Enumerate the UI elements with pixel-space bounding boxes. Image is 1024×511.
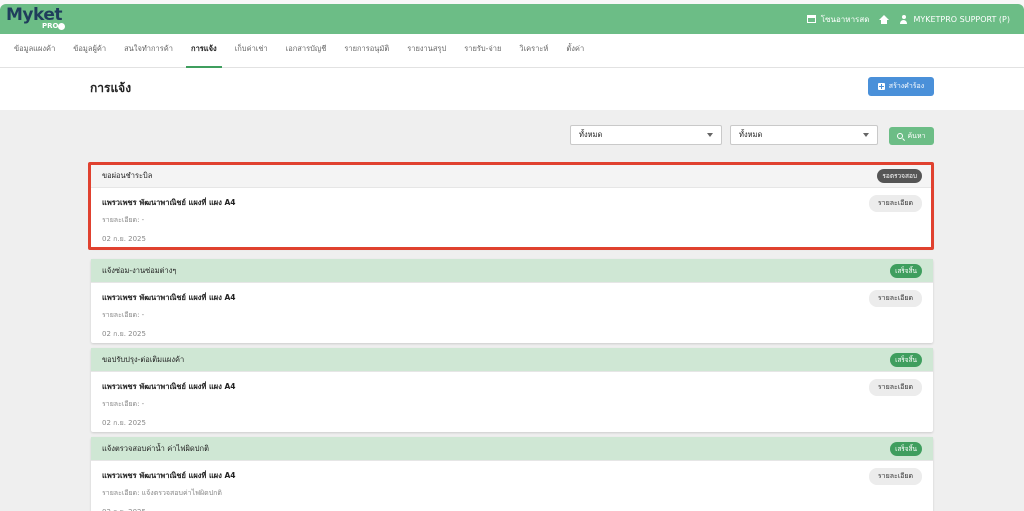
tab-8[interactable]: รายรับ-จ่าย — [455, 34, 510, 68]
home-icon — [879, 14, 890, 24]
detail-button[interactable]: รายละเอียด — [868, 379, 922, 396]
tenant-stall: แพรวเพชร พัฒนาพาณิชย์ แผงที่ แผง A4 — [102, 382, 236, 391]
card-body: แพรวเพชร พัฒนาพาณิชย์ แผงที่ แผง A4 รายละ… — [91, 461, 933, 511]
card-body: แพรวเพชร พัฒนาพาณิชย์ แผงที่ แผง A4 รายละ… — [91, 283, 933, 343]
tab-1[interactable]: ข้อมูลผู้ค้า — [64, 34, 115, 68]
tab-6[interactable]: รายการอนุมัติ — [335, 34, 398, 68]
request-date: 02 ก.ย. 2025 — [102, 330, 146, 338]
request-card: แจ้งซ่อม-งานซ่อมต่างๆ เสร็จสิ้นแพรวเพชร พ… — [91, 259, 933, 343]
search-icon — [897, 133, 904, 139]
screen: Myket PRO โซนอาหารสด MYKETPRO SUPPORT (P… — [0, 0, 1024, 511]
nav-bar: ข้อมูลแผงค้า ข้อมูลผู้ค้า สนใจทำการค้า การแ… — [0, 34, 1024, 68]
tab-0[interactable]: ข้อมูลแผงค้า — [14, 34, 64, 68]
card-title: แจ้งตรวจสอบค่าน้ำ ค่าไฟผิดปกติ — [102, 443, 209, 453]
page-title: การแจ้ง — [90, 81, 132, 95]
status-badge: เสร็จสิ้น — [890, 263, 922, 278]
request-detail: รายละเอียด: - — [102, 216, 145, 224]
store-selector[interactable]: โซนอาหารสด — [806, 13, 870, 26]
request-detail: รายละเอียด: แจ้งตรวจสอบค่าไฟผิดปกติ — [102, 489, 222, 497]
card-title: ขอผ่อนชำระบิล — [102, 170, 153, 180]
create-request-button[interactable]: สร้างคำร้อง — [868, 77, 934, 96]
request-card: แจ้งตรวจสอบค่าน้ำ ค่าไฟผิดปกติ เสร็จสิ้นแ… — [91, 437, 933, 511]
tab-9[interactable]: วิเคราะห์ — [510, 34, 557, 68]
top-right-menu: โซนอาหารสด MYKETPRO SUPPORT (P) — [806, 4, 1010, 34]
tab-5[interactable]: เอกสารบัญชี — [277, 34, 336, 68]
tenant-stall: แพรวเพชร พัฒนาพาณิชย์ แผงที่ แผง A4 — [102, 198, 236, 207]
nav-tabs: ข้อมูลแผงค้า ข้อมูลผู้ค้า สนใจทำการค้า การแ… — [14, 34, 593, 68]
tab-4[interactable]: เก็บค่าเช่า — [226, 34, 277, 68]
home-button[interactable] — [879, 14, 890, 24]
card-header: ขอผ่อนชำระบิล รอตรวจสอบ — [91, 164, 933, 188]
page-header: การแจ้ง สร้างคำร้อง — [0, 68, 1024, 110]
plus-icon — [877, 83, 885, 90]
card-title: ขอปรับปรุง-ต่อเติมแผงค้า — [102, 354, 185, 364]
card-header: แจ้งซ่อม-งานซ่อมต่างๆ เสร็จสิ้น — [91, 259, 933, 283]
tab-10[interactable]: ตั้งค่า — [557, 34, 593, 68]
filter-select-1-value: ทั้งหมด — [579, 130, 603, 139]
store-name: โซนอาหารสด — [820, 14, 870, 24]
card-body: แพรวเพชร พัฒนาพาณิชย์ แผงที่ แผง A4 รายละ… — [91, 372, 933, 432]
search-button[interactable]: ค้นหา — [889, 127, 934, 145]
request-card: ขอปรับปรุง-ต่อเติมแผงค้า เสร็จสิ้นแพรวเพช… — [91, 348, 933, 432]
top-bar: Myket PRO โซนอาหารสด MYKETPRO SUPPORT (P… — [0, 4, 1024, 34]
card-header: ขอปรับปรุง-ต่อเติมแผงค้า เสร็จสิ้น — [91, 348, 933, 372]
card-header: แจ้งตรวจสอบค่าน้ำ ค่าไฟผิดปกติ เสร็จสิ้น — [91, 437, 933, 461]
user-icon — [899, 14, 908, 24]
card-title: แจ้งซ่อม-งานซ่อมต่างๆ — [102, 265, 177, 275]
status-badge: เสร็จสิ้น — [890, 352, 922, 367]
tenant-stall: แพรวเพชร พัฒนาพาณิชย์ แผงที่ แผง A4 — [102, 293, 236, 302]
user-menu[interactable]: MYKETPRO SUPPORT (P) — [899, 14, 1010, 24]
detail-button[interactable]: รายละเอียด — [868, 468, 922, 485]
tenant-stall: แพรวเพชร พัฒนาพาณิชย์ แผงที่ แผง A4 — [102, 471, 236, 480]
browser-window: Myket PRO โซนอาหารสด MYKETPRO SUPPORT (P… — [0, 4, 1024, 511]
user-name: MYKETPRO SUPPORT (P) — [913, 14, 1010, 24]
request-detail: รายละเอียด: - — [102, 400, 145, 408]
store-icon — [806, 15, 816, 23]
tab-2[interactable]: สนใจทำการค้า — [115, 34, 182, 68]
request-date: 02 ก.ย. 2025 — [102, 419, 146, 427]
tab-7[interactable]: รายงานสรุป — [398, 34, 455, 68]
status-badge: เสร็จสิ้น — [890, 441, 922, 456]
logo[interactable]: Myket PRO — [6, 5, 66, 33]
create-request-label: สร้างคำร้อง — [888, 82, 925, 90]
detail-button[interactable]: รายละเอียด — [868, 195, 922, 212]
card-body: แพรวเพชร พัฒนาพาณิชย์ แผงที่ แผง A4 รายละ… — [91, 188, 933, 248]
filter-select-2-value: ทั้งหมด — [739, 130, 763, 139]
tab-3[interactable]: การแจ้ง — [182, 34, 226, 68]
chevron-down-icon — [863, 133, 869, 137]
filter-select-2[interactable]: ทั้งหมด — [730, 125, 878, 145]
detail-button[interactable]: รายละเอียด — [868, 290, 922, 307]
logo-dot-icon — [58, 23, 65, 30]
request-date: 02 ก.ย. 2025 — [102, 235, 146, 243]
request-date: 02 ก.ย. 2025 — [102, 507, 922, 511]
request-detail: รายละเอียด: - — [102, 311, 145, 319]
logo-sub: PRO — [42, 22, 59, 30]
request-card: ขอผ่อนชำระบิล รอตรวจสอบแพรวเพชร พัฒนาพาณิ… — [91, 164, 933, 248]
filter-select-1[interactable]: ทั้งหมด — [570, 125, 722, 145]
status-badge: รอตรวจสอบ — [877, 168, 922, 183]
search-label: ค้นหา — [907, 131, 926, 140]
chevron-down-icon — [707, 133, 713, 137]
